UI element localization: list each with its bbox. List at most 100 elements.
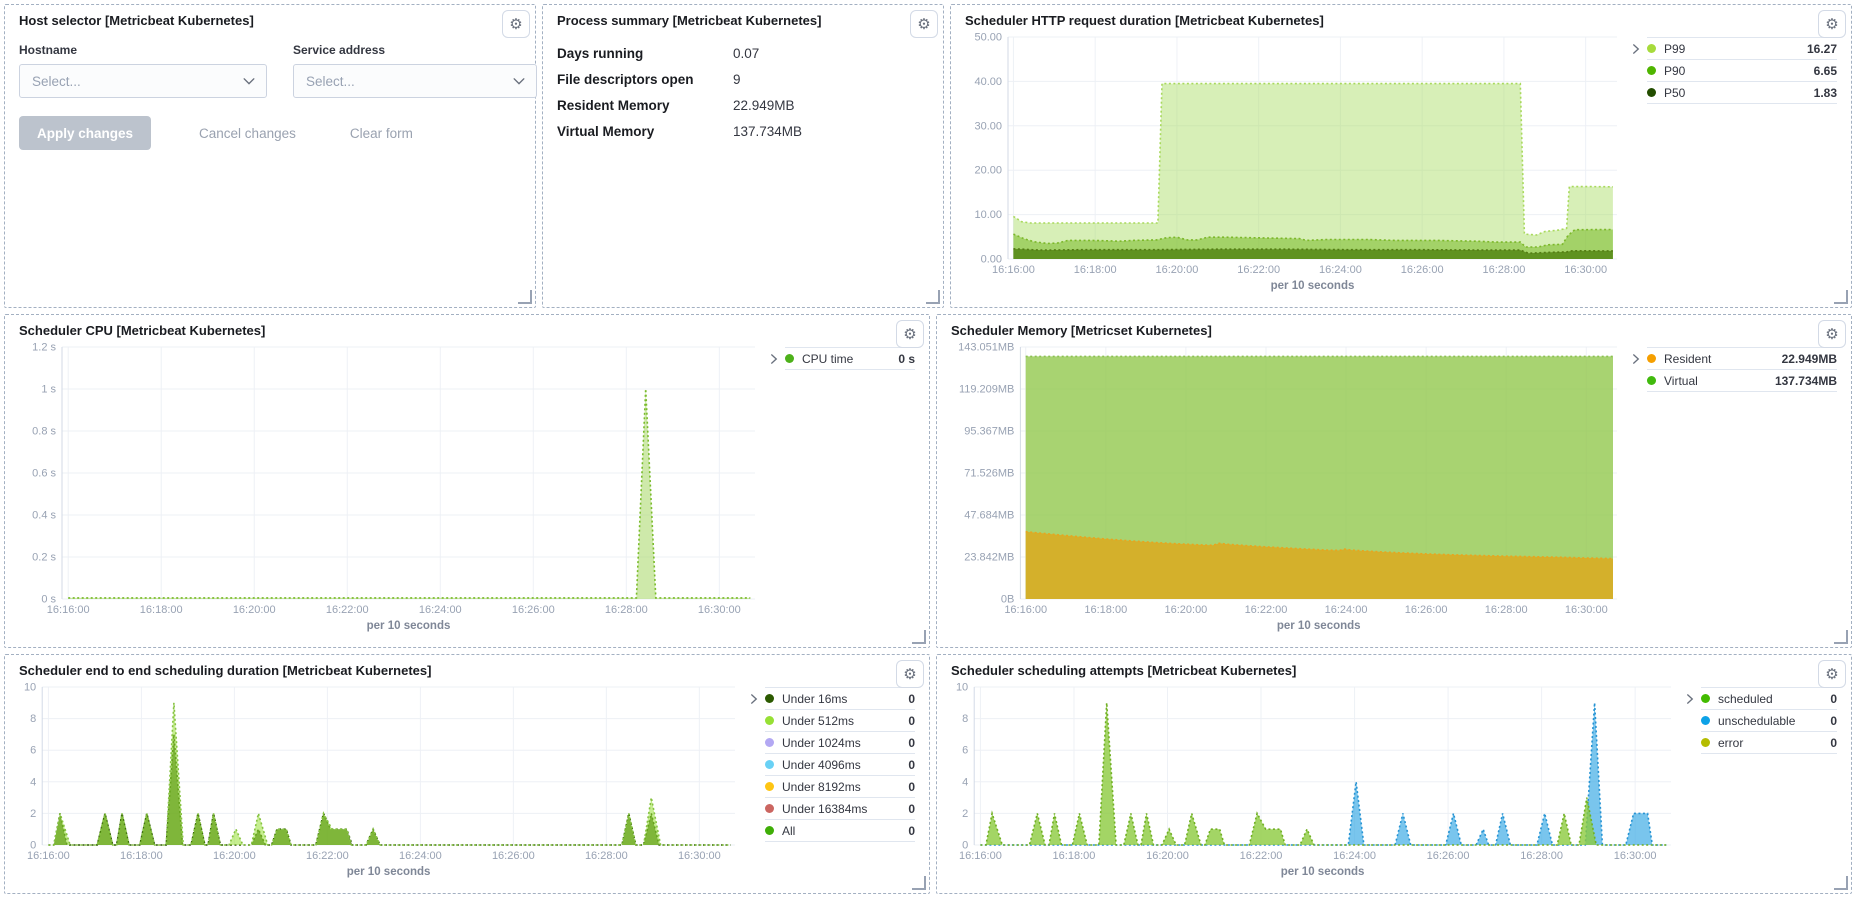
legend-value: 0: [908, 780, 915, 794]
legend-item[interactable]: scheduled 0: [1701, 687, 1837, 710]
legend-value: 0: [908, 758, 915, 772]
panel-title: Scheduler HTTP request duration [Metricb…: [965, 13, 1837, 29]
legend-color-dot: [765, 826, 774, 835]
legend-item[interactable]: Under 1024ms 0: [765, 732, 915, 754]
panel-resize-handle[interactable]: [912, 876, 926, 890]
svg-text:16:18:00: 16:18:00: [120, 850, 163, 862]
panel-process-summary: Process summary [Metricbeat Kubernetes] …: [542, 4, 944, 308]
panel-scheduler-http-request-duration: Scheduler HTTP request duration [Metricb…: [950, 4, 1852, 308]
panel-resize-handle[interactable]: [1834, 630, 1848, 644]
panel-settings-gear-button[interactable]: ⚙: [896, 660, 924, 688]
legend-color-dot: [1647, 66, 1656, 75]
legend-item[interactable]: Under 16ms0: [765, 687, 915, 710]
panel-title: Scheduler end to end scheduling duration…: [19, 663, 915, 679]
dashboard: Host selector [Metricbeat Kubernetes] ⚙ …: [0, 0, 1856, 897]
service-address-field: Service address Select...: [293, 43, 537, 98]
chevron-down-icon: [242, 74, 256, 88]
chevron-down-icon: [512, 74, 526, 88]
legend-label: P90: [1664, 64, 1685, 78]
hostname-select[interactable]: Select...: [19, 64, 267, 98]
cancel-changes-button[interactable]: Cancel changes: [193, 125, 302, 142]
legend-color-dot: [785, 354, 794, 363]
legend-color-dot: [1701, 694, 1710, 703]
legend-item[interactable]: All0: [765, 820, 915, 842]
svg-text:0.2 s: 0.2 s: [32, 552, 56, 564]
legend-value: 0: [908, 736, 915, 750]
svg-text:1 s: 1 s: [41, 384, 56, 396]
legend-value: 0: [1830, 714, 1837, 728]
legend-item[interactable]: Resident22.949MB: [1647, 347, 1837, 370]
svg-text:40.00: 40.00: [974, 76, 1002, 88]
panel-resize-handle[interactable]: [912, 630, 926, 644]
panel-resize-handle[interactable]: [1834, 290, 1848, 304]
svg-text:16:28:00: 16:28:00: [585, 850, 628, 862]
svg-text:16:30:00: 16:30:00: [1565, 604, 1608, 616]
legend-item[interactable]: Virtual137.734MB: [1647, 370, 1837, 392]
panel-settings-gear-button[interactable]: ⚙: [910, 10, 938, 38]
svg-text:16:16:00: 16:16:00: [47, 604, 90, 616]
apply-changes-button[interactable]: Apply changes: [19, 116, 151, 150]
memory-chart: 143.051MB119.209MB95.367MB71.526MB47.684…: [951, 339, 1625, 633]
legend-collapse-chevron-icon[interactable]: [1625, 347, 1647, 365]
svg-text:6: 6: [962, 745, 968, 757]
legend-item[interactable]: unschedulable0: [1701, 710, 1837, 732]
legend-label: Under 8192ms: [782, 780, 861, 794]
legend-collapse-chevron-icon[interactable]: [763, 347, 785, 365]
panel-settings-gear-button[interactable]: ⚙: [502, 10, 530, 38]
svg-text:16:28:00: 16:28:00: [1520, 850, 1563, 862]
legend-item[interactable]: error0: [1701, 732, 1837, 754]
svg-text:16:16:00: 16:16:00: [992, 264, 1035, 276]
legend-collapse-chevron-icon[interactable]: [1625, 37, 1647, 55]
svg-text:16:18:00: 16:18:00: [1053, 850, 1096, 862]
chart-legend: CPU time0 s: [785, 347, 915, 370]
summary-value: 22.949MB: [733, 98, 929, 113]
clear-form-button[interactable]: Clear form: [344, 125, 419, 142]
panel-resize-handle[interactable]: [926, 290, 940, 304]
legend-item[interactable]: P9916.27: [1647, 37, 1837, 60]
panel-resize-handle[interactable]: [1834, 876, 1848, 890]
legend-label: Under 16384ms: [782, 802, 867, 816]
panel-settings-gear-button[interactable]: ⚙: [1818, 10, 1846, 38]
legend-color-dot: [1647, 354, 1656, 363]
legend-item[interactable]: Under 512ms0: [765, 710, 915, 732]
svg-text:16:22:00: 16:22:00: [1237, 264, 1280, 276]
svg-text:4: 4: [962, 776, 968, 788]
panel-settings-gear-button[interactable]: ⚙: [1818, 320, 1846, 348]
svg-text:16:20:00: 16:20:00: [1156, 264, 1199, 276]
legend-label: P50: [1664, 86, 1685, 100]
panel-settings-gear-button[interactable]: ⚙: [896, 320, 924, 348]
svg-text:10: 10: [24, 682, 36, 694]
legend-item[interactable]: Under 16384ms0: [765, 798, 915, 820]
legend-item[interactable]: P501.83: [1647, 82, 1837, 104]
legend-item[interactable]: CPU time0 s: [785, 347, 915, 370]
svg-text:10: 10: [956, 682, 968, 694]
panel-settings-gear-button[interactable]: ⚙: [1818, 660, 1846, 688]
svg-text:20.00: 20.00: [974, 165, 1002, 177]
legend-value: 0: [1830, 692, 1837, 706]
legend-item[interactable]: Under 4096ms0: [765, 754, 915, 776]
service-address-select[interactable]: Select...: [293, 64, 537, 98]
svg-text:16:30:00: 16:30:00: [1564, 264, 1607, 276]
legend-collapse-chevron-icon[interactable]: [743, 687, 765, 705]
svg-text:16:28:00: 16:28:00: [1483, 264, 1526, 276]
legend-collapse-chevron-icon[interactable]: [1679, 687, 1701, 705]
legend-label: scheduled: [1718, 692, 1773, 706]
summary-value: 9: [733, 72, 929, 87]
svg-text:2: 2: [30, 808, 36, 820]
legend-item[interactable]: P906.65: [1647, 60, 1837, 82]
svg-text:143.051MB: 143.051MB: [958, 342, 1014, 354]
legend-item[interactable]: Under 8192ms 0: [765, 776, 915, 798]
svg-text:16:16:00: 16:16:00: [959, 850, 1002, 862]
svg-text:16:24:00: 16:24:00: [1333, 850, 1376, 862]
svg-text:16:28:00: 16:28:00: [605, 604, 648, 616]
legend-value: 16.27: [1807, 42, 1837, 56]
legend-color-dot: [1701, 738, 1710, 747]
legend-label: Under 1024ms: [782, 736, 861, 750]
panel-resize-handle[interactable]: [518, 290, 532, 304]
svg-text:16:24:00: 16:24:00: [1325, 604, 1368, 616]
legend-color-dot: [1647, 376, 1656, 385]
svg-text:23.842MB: 23.842MB: [964, 551, 1014, 563]
hostname-field: Hostname Select...: [19, 43, 267, 98]
svg-text:2: 2: [962, 808, 968, 820]
svg-text:16:30:00: 16:30:00: [678, 850, 721, 862]
